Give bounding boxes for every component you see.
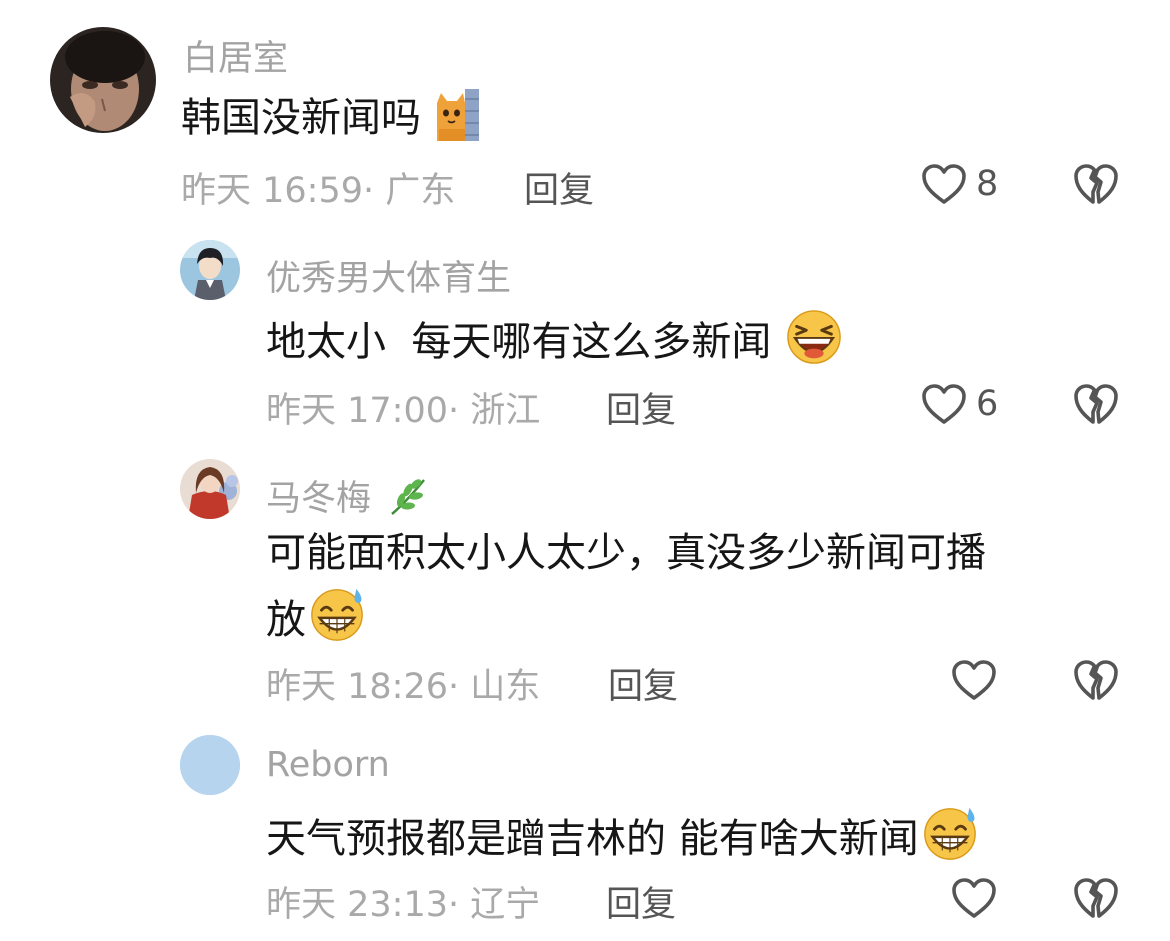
broken-heart-icon <box>1072 658 1120 702</box>
avatar[interactable] <box>50 27 156 133</box>
dislike-button[interactable] <box>1072 162 1120 210</box>
grinning-sweat-emoji-icon <box>308 585 366 658</box>
comment-location: 广东 <box>385 171 456 211</box>
woman-flowers-avatar-icon <box>180 459 240 519</box>
grinning-sweat-emoji-icon <box>921 804 979 877</box>
comment-meta: 昨天 23:13· 辽宁 <box>266 876 540 927</box>
username[interactable]: Reborn <box>266 745 390 785</box>
meta-separator: · <box>448 885 460 925</box>
like-button[interactable]: 8 <box>920 162 998 206</box>
meta-separator: · <box>448 391 460 431</box>
broken-heart-icon <box>1072 162 1120 206</box>
dislike-button[interactable] <box>1072 658 1120 706</box>
comment-location: 山东 <box>470 667 541 707</box>
heart-icon <box>950 876 998 920</box>
username-text: 马冬梅 <box>266 479 372 519</box>
broken-heart-icon <box>1072 382 1120 426</box>
like-count: 8 <box>976 164 999 204</box>
anime-boy-avatar-icon <box>180 240 240 300</box>
comment-text-line: 可能面积太小人太少，真没多少新闻可播 <box>266 530 986 576</box>
comment-text-line-2: 放 <box>266 585 986 658</box>
comment-time: 昨天 18:26 <box>266 667 448 707</box>
comment-location: 辽宁 <box>470 885 541 925</box>
avatar[interactable] <box>180 459 240 519</box>
dislike-button[interactable] <box>1072 382 1120 430</box>
like-button[interactable] <box>950 876 998 920</box>
person-photo-avatar-icon <box>50 27 156 133</box>
username[interactable]: 白居室 <box>183 30 288 81</box>
broken-heart-icon <box>1072 876 1120 920</box>
leaf-icon <box>386 474 432 527</box>
comment-meta: 昨天 17:00· 浙江 <box>266 382 540 433</box>
comment-text-body: 韩国没新闻吗 <box>181 95 421 141</box>
comment-location: 浙江 <box>470 391 541 431</box>
username[interactable]: 优秀男大体育生 <box>266 250 511 301</box>
like-button[interactable] <box>950 658 998 702</box>
heart-icon <box>950 658 998 702</box>
reply-button[interactable]: 回复 <box>608 658 678 709</box>
heart-icon <box>920 382 968 426</box>
comment-meta: 昨天 16:59· 广东 <box>181 162 455 213</box>
comment-text-body: 放 <box>266 597 306 643</box>
reply-button[interactable]: 回复 <box>524 162 594 213</box>
reply-button[interactable]: 回复 <box>606 876 676 927</box>
comment-text: 韩国没新闻吗 <box>181 89 487 156</box>
comment-text: 地太小 每天哪有这么多新闻 <box>266 309 843 380</box>
comment-time: 昨天 17:00 <box>266 391 448 431</box>
reply-button[interactable]: 回复 <box>606 382 676 433</box>
cat-peeking-emoji-icon <box>435 89 487 156</box>
comment-text: 天气预报都是蹭吉林的 能有啥大新闻 <box>266 804 979 877</box>
heart-icon <box>920 162 968 206</box>
comment-text: 可能面积太小人太少，真没多少新闻可播 放 <box>266 525 986 658</box>
comment-time: 昨天 16:59 <box>181 171 363 211</box>
laughing-emoji-icon <box>785 309 843 380</box>
comment-time: 昨天 23:13 <box>266 885 448 925</box>
like-button[interactable]: 6 <box>920 382 998 426</box>
comment-text-body: 天气预报都是蹭吉林的 能有啥大新闻 <box>266 816 919 862</box>
comment-meta: 昨天 18:26· 山东 <box>266 658 540 709</box>
dislike-button[interactable] <box>1072 876 1120 924</box>
meta-separator: · <box>363 171 375 211</box>
meta-separator: · <box>448 667 460 707</box>
username[interactable]: 马冬梅 <box>266 470 432 527</box>
avatar[interactable] <box>180 735 240 795</box>
comment-text-body: 地太小 每天哪有这么多新闻 <box>266 319 772 365</box>
avatar[interactable] <box>180 240 240 300</box>
like-count: 6 <box>976 384 999 424</box>
blank-blue-avatar-icon <box>180 735 240 795</box>
